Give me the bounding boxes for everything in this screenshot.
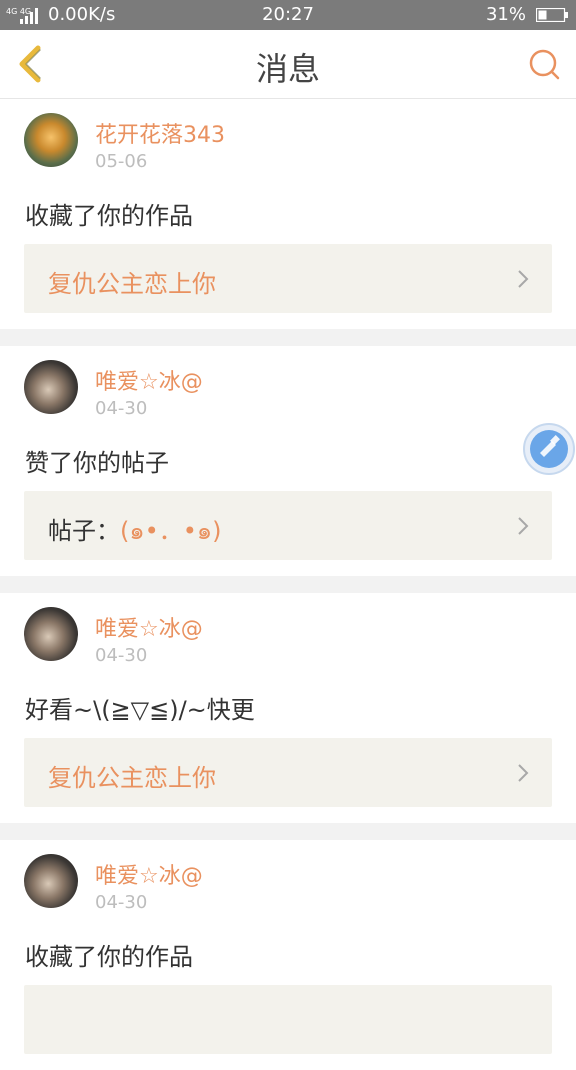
message-date: 04-30 [95,892,148,913]
message-date: 04-30 [95,645,148,666]
message-date: 05-06 [95,151,148,172]
nav-bar: 消息 [0,30,576,99]
linked-post-title: 帖子：(๑•．•๑) [48,517,222,545]
avatar[interactable] [24,113,78,167]
avatar[interactable] [24,607,78,661]
avatar[interactable] [24,854,78,908]
message-item[interactable]: 花开花落343 05-06 收藏了你的作品 复仇公主恋上你 [0,99,576,329]
linked-work-box[interactable]: 复仇公主恋上你 [24,738,552,807]
message-item[interactable]: 唯爱☆冰@ 04-30 收藏了你的作品 [0,840,576,1070]
chevron-right-icon [518,517,529,535]
linked-work-box[interactable]: 复仇公主恋上你 [24,244,552,313]
chevron-right-icon [518,270,529,288]
linked-post-box[interactable]: 帖子：(๑•．•๑) [24,491,552,560]
chevron-right-icon [518,764,529,782]
username[interactable]: 唯爱☆冰@ [95,858,203,890]
page-title: 消息 [255,50,320,88]
message-text: 赞了你的帖子 [25,449,169,477]
battery-icon [536,8,568,22]
message-date: 04-30 [95,398,148,419]
linked-work-title: 复仇公主恋上你 [48,764,216,792]
message-text: 收藏了你的作品 [25,943,193,971]
battery-percent: 31% [485,4,526,25]
message-list: 花开花落343 05-06 收藏了你的作品 复仇公主恋上你 唯爱☆冰@ 04-3… [0,99,576,1070]
message-text: 收藏了你的作品 [25,202,193,230]
linked-work-box[interactable] [24,985,552,1054]
status-bar: 4G 4G 0.00K/s 20:27 31% [0,0,576,30]
username[interactable]: 唯爱☆冰@ [95,611,203,643]
message-item[interactable]: 唯爱☆冰@ 04-30 好看~\(≧▽≦)/~快更 复仇公主恋上你 [0,593,576,823]
message-item[interactable]: 唯爱☆冰@ 04-30 赞了你的帖子 帖子：(๑•．•๑) [0,346,576,576]
avatar[interactable] [24,360,78,414]
message-text: 好看~\(≧▽≦)/~快更 [25,696,255,724]
username[interactable]: 唯爱☆冰@ [95,364,203,396]
floating-assist-button[interactable] [522,422,576,476]
linked-work-title: 复仇公主恋上你 [48,270,216,298]
username[interactable]: 花开花落343 [95,117,225,149]
search-icon[interactable] [526,46,562,82]
